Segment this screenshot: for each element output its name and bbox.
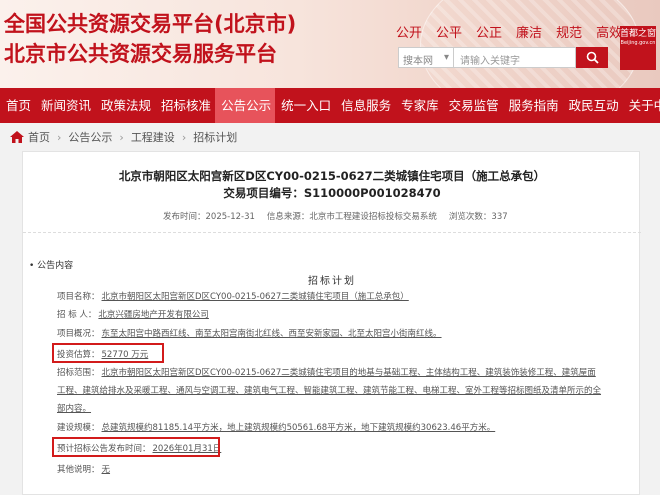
field-value: 北京市朝阳区太阳宫新区D区CY00-0215-0627二类城镇住宅项目的地基与基… [57,368,602,414]
breadcrumb-separator: › [181,130,187,144]
view-count: 浏览次数：337 [448,212,508,222]
info-source: 信息来源：北京市工程建设招标投标交易系统 [266,212,437,222]
nav-unified-entry[interactable]: 统一入口 [275,88,335,123]
logo-text: 首都之窗 [620,29,657,39]
nav-news[interactable]: 新闻资讯 [35,88,95,123]
breadcrumb-home[interactable]: 首页 [28,129,50,145]
investment-highlight-box [52,343,164,363]
breadcrumb-announcements[interactable]: 公告公示 [68,129,112,145]
article-title: 北京市朝阳区太阳宫新区D区CY00-0215-0627二类城镇住宅项目（施工总承… [118,169,546,183]
nav-interaction[interactable]: 政民互动 [563,88,623,123]
plan-heading: 招标计划 [308,276,356,287]
search-icon [586,51,599,64]
bird-nest-decoration [420,0,640,88]
breadcrumb: 首页 › 公告公示 › 工程建设 › 招标计划 [10,129,237,145]
announce-time-highlight-box [52,437,220,457]
field-value: 北京兴疆房地产开发有限公司 [98,310,209,320]
site-title-line2[interactable]: 北京市公共资源交易服务平台 [4,38,277,68]
breadcrumb-tender-plan[interactable]: 招标计划 [193,129,237,145]
field-scope: 招标范围： 北京市朝阳区太阳宫新区D区CY00-0215-0627二类城镇住宅项目… [57,364,601,418]
logo-subtext: Beijing.gov.cn [620,40,656,46]
search-scope-select[interactable]: 搜本网 ▾ [398,47,454,68]
motto-item: 公平 [436,26,463,41]
chevron-down-icon: ▾ [443,52,449,63]
nav-policies[interactable]: 政策法规 [95,88,155,123]
search-scope-label: 搜本网 [403,56,433,67]
field-scale: 建设规模： 总建筑规模约81185.14平方米，地上建筑规模约50561.68平方… [57,422,495,434]
motto-item: 规范 [556,26,583,41]
field-overview: 项目概况： 东至太阳宫中路西红线、南至太阳宫南街北红线、西至安新家园、北至太阳宫小… [57,328,442,340]
article-meta: 发布时间：2025-12-31 信息来源：北京市工程建设招标投标交易系统 浏览次… [163,210,508,222]
nav-announcements[interactable]: 公告公示 [215,88,276,123]
nav-service-guide[interactable]: 服务指南 [503,88,563,123]
divider [23,232,641,233]
field-project-name: 项目名称： 北京市朝阳区太阳宫新区D区CY00-0215-0627二类城镇住宅项目… [57,291,409,303]
site-header: 全国公共资源交易平台(北京市) 北京市公共资源交易服务平台 公开 公平 公正 廉… [0,0,660,88]
motto-item: 公开 [396,26,423,41]
article-code: 交易项目编号：S110000P001028470 [223,186,441,200]
motto-item: 公正 [476,26,503,41]
field-label: 项目概况： [57,329,100,339]
breadcrumb-engineering[interactable]: 工程建设 [131,129,175,145]
breadcrumb-separator: › [119,130,124,144]
field-label: 招标范围： [57,368,100,378]
field-label: 其他说明： [57,465,100,475]
motto-links: 公开 公平 公正 廉洁 规范 高效 [396,22,622,41]
motto-item: 廉洁 [516,26,543,41]
field-value: 无 [101,465,111,475]
field-label: 建设规模： [57,423,100,433]
section-label: 公告内容 [29,258,73,271]
home-icon [10,131,24,143]
search-input[interactable]: 请输入关键字 [454,47,576,68]
field-label: 项目名称： [57,292,100,302]
main-nav: 首页 新闻资讯 政策法规 招标核准 公告公示 统一入口 信息服务 专家库 交易监… [0,88,660,123]
capital-window-logo[interactable]: 首都之窗 Beijing.gov.cn [620,26,656,70]
site-title-line1[interactable]: 全国公共资源交易平台(北京市) [4,8,296,38]
field-other: 其他说明：无 [57,464,110,476]
motto-item: 高效 [596,26,623,41]
nav-supervision[interactable]: 交易监管 [443,88,503,123]
breadcrumb-separator: › [57,130,62,144]
field-label: 招 标 人： [57,310,97,320]
nav-expert-pool[interactable]: 专家库 [395,88,443,123]
publish-time: 发布时间：2025-12-31 [163,212,255,222]
site-search: 搜本网 ▾ 请输入关键字 [398,47,608,68]
field-value: 北京市朝阳区太阳宫新区D区CY00-0215-0627二类城镇住宅项目（施工总承… [101,292,409,302]
nav-home[interactable]: 首页 [0,88,35,123]
nav-tender-approval[interactable]: 招标核准 [155,88,215,123]
article-panel: 北京市朝阳区太阳宫新区D区CY00-0215-0627二类城镇住宅项目（施工总承… [22,151,641,495]
field-tenderer: 招 标 人： 北京兴疆房地产开发有限公司 [57,309,209,321]
nav-info-service[interactable]: 信息服务 [335,88,395,123]
field-value: 东至太阳宫中路西红线、南至太阳宫南街北红线、西至安新家园、北至太阳宫小街南红线。 [101,329,442,339]
nav-about[interactable]: 关于中心 [623,88,660,123]
search-button[interactable] [576,47,608,68]
field-value: 总建筑规模约81185.14平方米，地上建筑规模约50561.68平方米，地下建… [101,423,496,433]
